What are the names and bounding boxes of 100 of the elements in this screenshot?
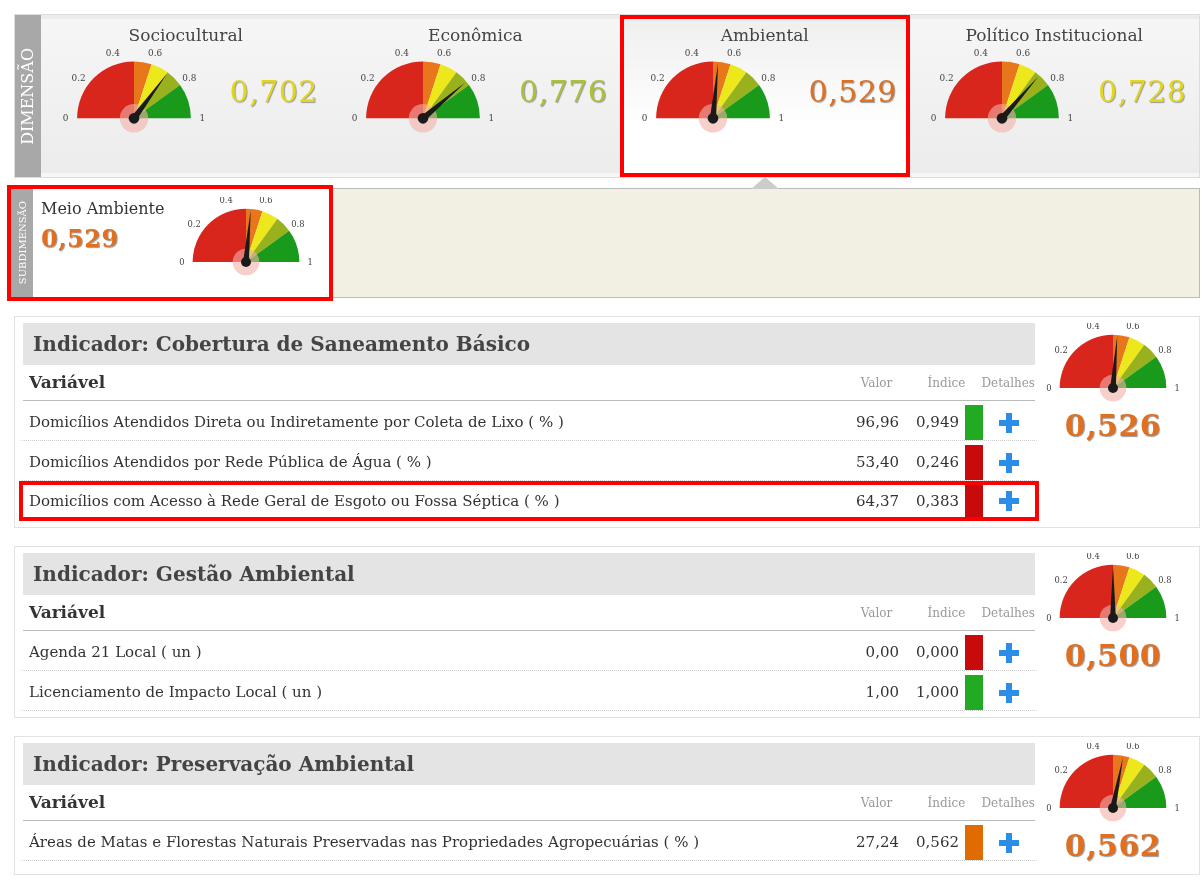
dimension-label: DIMENSÃO <box>16 47 38 145</box>
dimension-tab[interactable]: Ambiental 0 0.2 0.4 0.6 0.8 1 0,529 <box>620 15 910 177</box>
tick-label: 0 <box>1046 382 1052 393</box>
tick-label: 0.4 <box>1086 743 1100 752</box>
variable-name: Domicílios com Acesso à Rede Geral de Esgoto ou Fossa Séptica ( % ) <box>28 490 561 512</box>
tick-label: 0.8 <box>1158 574 1172 585</box>
variable-name: Agenda 21 Local ( un ) <box>28 642 203 664</box>
gauge-value: 0,702 <box>229 72 318 111</box>
gauge-value: 0,562 <box>1064 827 1162 865</box>
tick-label: 0.4 <box>1086 553 1100 562</box>
tick-label: 0.4 <box>394 48 409 58</box>
subdimension-title: Meio Ambiente <box>41 198 165 220</box>
variable-name: Domicílios Atendidos Direta ou Indiretamente por Coleta de Lixo ( % ) <box>28 412 565 434</box>
table-cell-text: 0,562 <box>915 832 960 854</box>
column-header: Índice <box>926 374 967 392</box>
subdimension-label: SUBDIMENSÃO <box>15 201 29 285</box>
tick-label: 1 <box>778 112 784 123</box>
tick-label: 1 <box>1174 802 1180 813</box>
tick-label: 0 <box>1046 802 1052 813</box>
column-header: Detalhes <box>981 604 1035 622</box>
gauge-needle <box>996 76 1039 124</box>
tick-label: 1 <box>488 112 495 123</box>
variable-name: Domicílios Atendidos por Rede Pública de Água ( % ) <box>28 452 433 474</box>
tick-label: 0 <box>351 112 358 123</box>
details-plus-button[interactable] <box>999 682 1019 703</box>
tick-label: 0 <box>930 112 937 123</box>
tick-label: 0 <box>641 112 647 123</box>
tick-label: 0.6 <box>259 197 273 206</box>
tick-label: 0.4 <box>219 197 233 206</box>
table-cell-text: 1,00 <box>864 682 899 704</box>
tab-title: Ambiental <box>719 24 810 47</box>
tick-label: 0.2 <box>939 72 954 83</box>
table-cell-text: 0,383 <box>915 490 960 512</box>
tick-label: 0.2 <box>360 72 375 83</box>
dimension-tab[interactable]: Político Institucional 0 0.2 0.4 0.6 0.8 1 0,728 <box>909 15 1199 177</box>
tick-label: 0.8 <box>1158 764 1172 775</box>
tick-label: 0.4 <box>105 48 120 58</box>
tab-title: Político Institucional <box>964 24 1144 47</box>
tick-label: 0.8 <box>1050 72 1065 83</box>
table-cell-text: 0,000 <box>915 642 960 664</box>
tick-label: 0.2 <box>650 72 665 83</box>
tick-label: 0.2 <box>187 218 201 229</box>
tick-label: 1 <box>1174 612 1180 623</box>
tick-label: 0.2 <box>1054 574 1068 585</box>
tab-title: Econômica <box>426 24 524 47</box>
column-header: Detalhes <box>981 794 1035 812</box>
indicator-title: Indicador: Gestão Ambiental <box>23 553 1035 595</box>
tick-label: 0.4 <box>1086 323 1100 332</box>
tick-label: 0.4 <box>684 48 699 58</box>
tick-label: 0.6 <box>437 48 452 58</box>
details-plus-button[interactable] <box>999 412 1019 433</box>
table-cell-text: 53,40 <box>855 452 899 474</box>
tick-label: 0.6 <box>726 48 741 58</box>
tick-label: 0.6 <box>147 48 162 58</box>
dimension-tab[interactable]: Sociocultural 0 0.2 0.4 0.6 0.8 1 0,702 <box>41 15 331 177</box>
tick-label: 0.6 <box>1126 323 1140 332</box>
gauge-value: 0,728 <box>1098 72 1187 111</box>
gauge-needle <box>241 210 251 267</box>
column-header: Detalhes <box>981 374 1035 392</box>
details-plus-button[interactable] <box>999 452 1019 473</box>
tick-label: 1 <box>1174 382 1180 393</box>
tab-title: Sociocultural <box>127 24 244 47</box>
column-header: Valor <box>859 794 894 812</box>
tick-label: 0.6 <box>1126 743 1140 752</box>
tick-label: 0 <box>62 112 68 123</box>
column-header: Variável <box>28 370 107 394</box>
details-plus-button[interactable] <box>999 642 1019 663</box>
tick-label: 0 <box>179 256 185 267</box>
indicator-title: Indicador: Cobertura de Saneamento Básico <box>23 323 1035 365</box>
table-cell-text: 96,96 <box>855 412 899 434</box>
details-plus-button[interactable] <box>999 832 1019 853</box>
column-header: Variável <box>28 790 107 814</box>
table-cell-text: 64,37 <box>855 490 899 512</box>
variable-name: Licenciamento de Impacto Local ( un ) <box>28 682 324 704</box>
details-plus-button[interactable] <box>999 491 1019 511</box>
dimension-tab[interactable]: Econômica 0 0.2 0.4 0.6 0.8 1 0,776 <box>330 15 620 177</box>
tick-label: 0.8 <box>1158 344 1172 355</box>
table-cell-text: 27,24 <box>855 832 899 854</box>
tick-label: 0.6 <box>1016 48 1031 58</box>
tick-label: 0 <box>1046 612 1052 623</box>
table-cell-text: 0,00 <box>864 642 899 664</box>
tick-label: 0.2 <box>1054 344 1068 355</box>
tick-label: 0.2 <box>71 72 86 83</box>
gauge-value: 0,500 <box>1064 637 1162 675</box>
table-cell-text: 0,246 <box>915 452 960 474</box>
tick-label: 0.8 <box>471 72 486 83</box>
table-cell-text: 1,000 <box>915 682 960 704</box>
tick-label: 1 <box>1067 112 1074 123</box>
gauge-value: 0,776 <box>519 72 608 111</box>
gauge-value: 0,526 <box>1064 407 1162 445</box>
gauge-needle <box>1108 757 1123 813</box>
variable-name: Áreas de Matas e Florestas Naturais Preservadas nas Propriedades Agropecuárias ( % ) <box>28 832 701 854</box>
gauge-needle <box>128 73 167 124</box>
tick-label: 0.4 <box>973 48 988 58</box>
tick-label: 0.8 <box>760 72 775 83</box>
tick-label: 1 <box>199 112 205 123</box>
tick-label: 0.8 <box>291 218 305 229</box>
gauge-value: 0,529 <box>41 223 120 255</box>
tick-label: 0.2 <box>1054 764 1068 775</box>
table-cell-text: 0,949 <box>915 412 960 434</box>
